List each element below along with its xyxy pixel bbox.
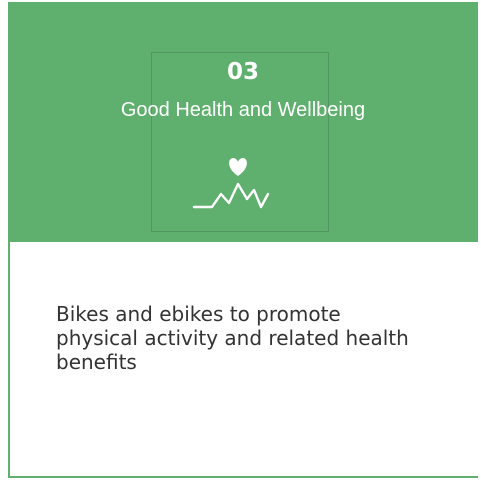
goal-number: 03 — [226, 59, 259, 85]
sdg-card: 03 Good Health and Wellbeing Bikes and e… — [8, 2, 478, 478]
heart-pulse-icon — [192, 158, 270, 209]
goal-description: Bikes and ebikes to promote physical act… — [56, 302, 409, 374]
card-header: 03 Good Health and Wellbeing — [8, 2, 478, 242]
card-body: Bikes and ebikes to promote physical act… — [8, 242, 478, 478]
goal-title: Good Health and Wellbeing — [120, 99, 366, 121]
